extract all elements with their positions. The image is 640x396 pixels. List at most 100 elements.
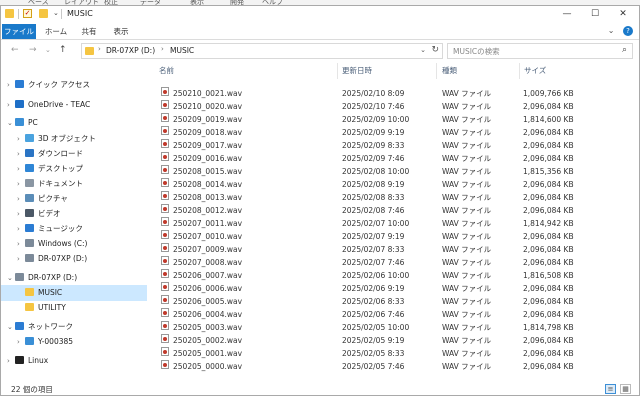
documents-icon bbox=[25, 179, 34, 187]
tab-share[interactable]: 共有 bbox=[75, 24, 103, 39]
new-folder-icon[interactable] bbox=[39, 9, 48, 18]
properties-icon[interactable]: ✓ bbox=[23, 9, 32, 18]
tab-view[interactable]: 表示 bbox=[107, 24, 135, 39]
file-row[interactable]: 250210_0020.wav 2025/02/10 7:46 WAV ファイル 2,… bbox=[159, 100, 579, 113]
network-icon bbox=[15, 322, 24, 330]
collapsed-chevron-icon[interactable]: › bbox=[17, 251, 25, 267]
file-row[interactable]: 250208_0013.wav 2025/02/08 8:33 WAV ファイル 2,… bbox=[159, 191, 579, 204]
tab-home[interactable]: ホーム bbox=[41, 24, 71, 39]
sidebar-item[interactable]: › Y-000385 bbox=[17, 334, 73, 350]
column-header-type[interactable]: 種類 bbox=[442, 65, 457, 76]
breadcrumb-separator[interactable]: › bbox=[98, 45, 101, 53]
search-icon[interactable]: ⌕ bbox=[622, 45, 627, 55]
sidebar-item[interactable]: › デスクトップ bbox=[17, 161, 83, 177]
file-row[interactable]: 250208_0014.wav 2025/02/08 9:19 WAV ファイル 2,… bbox=[159, 178, 579, 191]
collapsed-chevron-icon[interactable]: › bbox=[17, 146, 25, 162]
column-header-date[interactable]: 更新日時 bbox=[342, 65, 372, 76]
file-row[interactable]: 250208_0015.wav 2025/02/08 10:00 WAV ファイル 1… bbox=[159, 165, 579, 178]
minimize-button[interactable]: — bbox=[553, 6, 581, 23]
collapsed-chevron-icon[interactable]: › bbox=[7, 353, 15, 369]
file-row[interactable]: 250209_0019.wav 2025/02/09 10:00 WAV ファイル 1… bbox=[159, 113, 579, 126]
collapsed-chevron-icon[interactable]: › bbox=[17, 131, 25, 147]
breadcrumb-music[interactable]: MUSIC bbox=[170, 46, 194, 55]
video-icon bbox=[25, 209, 34, 217]
collapsed-chevron-icon[interactable]: › bbox=[17, 236, 25, 252]
column-header-name[interactable]: 名前 bbox=[159, 65, 174, 76]
column-divider[interactable] bbox=[337, 63, 338, 79]
refresh-icon[interactable]: ↻ bbox=[431, 45, 439, 55]
file-size: 2,096,084 KB bbox=[523, 310, 574, 319]
file-row[interactable]: 250210_0021.wav 2025/02/10 8:09 WAV ファイル 1,… bbox=[159, 87, 579, 100]
customize-quick-access-icon[interactable]: ⌄ bbox=[53, 9, 59, 17]
sidebar-item[interactable]: › DR-07XP (D:) bbox=[17, 251, 87, 267]
file-row[interactable]: 250207_0009.wav 2025/02/07 8:33 WAV ファイル 2,… bbox=[159, 243, 579, 256]
address-bar[interactable]: › DR-07XP (D:) › MUSIC ⌄ ↻ bbox=[81, 43, 443, 59]
expanded-chevron-icon[interactable]: ⌄ bbox=[7, 319, 15, 335]
large-icons-view-icon[interactable]: ▦ bbox=[620, 384, 631, 394]
breadcrumb-separator[interactable]: › bbox=[161, 45, 164, 53]
collapsed-chevron-icon[interactable]: › bbox=[17, 161, 25, 177]
sidebar-item[interactable]: › ドキュメント bbox=[17, 176, 83, 192]
file-row[interactable]: 250209_0018.wav 2025/02/09 9:19 WAV ファイル 2,… bbox=[159, 126, 579, 139]
breadcrumb-drive[interactable]: DR-07XP (D:) bbox=[106, 46, 155, 55]
expand-ribbon-icon[interactable]: ⌄ bbox=[608, 26, 615, 35]
close-button[interactable]: ✕ bbox=[609, 6, 637, 23]
file-row[interactable]: 250206_0007.wav 2025/02/06 10:00 WAV ファイル 1… bbox=[159, 269, 579, 282]
sidebar-item[interactable]: › OneDrive - TEAC bbox=[7, 97, 90, 113]
file-name: 250210_0021.wav bbox=[173, 89, 243, 98]
file-row[interactable]: 250205_0002.wav 2025/02/05 9:19 WAV ファイル 2,… bbox=[159, 334, 579, 347]
file-row[interactable]: 250205_0001.wav 2025/02/05 8:33 WAV ファイル 2,… bbox=[159, 347, 579, 360]
tab-file[interactable]: ファイル bbox=[2, 24, 36, 39]
column-divider[interactable] bbox=[519, 63, 520, 79]
forward-icon[interactable]: → bbox=[29, 45, 37, 55]
address-dropdown-icon[interactable]: ⌄ bbox=[420, 46, 426, 54]
sidebar-item[interactable]: › 3D オブジェクト bbox=[17, 131, 96, 147]
file-name: 250208_0015.wav bbox=[173, 167, 243, 176]
file-row[interactable]: 250205_0000.wav 2025/02/05 7:46 WAV ファイル 2,… bbox=[159, 360, 579, 373]
up-icon[interactable]: ↑ bbox=[59, 45, 67, 55]
help-icon[interactable]: ? bbox=[623, 26, 633, 36]
expanded-chevron-icon[interactable]: ⌄ bbox=[7, 115, 15, 131]
file-row[interactable]: 250209_0017.wav 2025/02/09 8:33 WAV ファイル 2,… bbox=[159, 139, 579, 152]
file-row[interactable]: 250207_0011.wav 2025/02/07 10:00 WAV ファイル 1… bbox=[159, 217, 579, 230]
search-input[interactable]: MUSICの検索 ⌕ bbox=[447, 43, 633, 59]
collapsed-chevron-icon[interactable]: › bbox=[7, 77, 15, 93]
recent-locations-icon[interactable]: ⌄ bbox=[45, 46, 51, 54]
column-divider[interactable] bbox=[436, 63, 437, 79]
file-row[interactable]: 250207_0010.wav 2025/02/07 9:19 WAV ファイル 2,… bbox=[159, 230, 579, 243]
sidebar-item[interactable]: ⌄ DR-07XP (D:) bbox=[7, 270, 77, 286]
collapsed-chevron-icon[interactable]: › bbox=[17, 221, 25, 237]
file-row[interactable]: 250207_0008.wav 2025/02/07 7:46 WAV ファイル 2,… bbox=[159, 256, 579, 269]
collapsed-chevron-icon[interactable]: › bbox=[17, 176, 25, 192]
audio-file-icon bbox=[161, 360, 169, 369]
column-header-size[interactable]: サイズ bbox=[524, 65, 546, 76]
file-row[interactable]: 250206_0006.wav 2025/02/06 9:19 WAV ファイル 2,… bbox=[159, 282, 579, 295]
file-row[interactable]: 250206_0005.wav 2025/02/06 8:33 WAV ファイル 2,… bbox=[159, 295, 579, 308]
sidebar-item[interactable]: › ダウンロード bbox=[17, 146, 83, 162]
file-row[interactable]: 250206_0004.wav 2025/02/06 7:46 WAV ファイル 2,… bbox=[159, 308, 579, 321]
sidebar-item[interactable]: › ビデオ bbox=[17, 206, 61, 222]
file-type: WAV ファイル bbox=[442, 193, 492, 202]
expanded-chevron-icon[interactable]: ⌄ bbox=[7, 270, 15, 286]
sidebar-item[interactable]: ⌄ ネットワーク bbox=[7, 319, 73, 335]
collapsed-chevron-icon[interactable]: › bbox=[7, 97, 15, 113]
collapsed-chevron-icon[interactable]: › bbox=[17, 206, 25, 222]
sidebar-item[interactable]: › Linux bbox=[7, 353, 48, 369]
file-row[interactable]: 250205_0003.wav 2025/02/05 10:00 WAV ファイル 1… bbox=[159, 321, 579, 334]
sidebar-item[interactable]: › ミュージック bbox=[17, 221, 83, 237]
sidebar-item[interactable]: › クイック アクセス bbox=[7, 77, 90, 93]
maximize-button[interactable]: ☐ bbox=[581, 6, 609, 23]
details-view-icon[interactable]: ≡ bbox=[605, 384, 616, 394]
file-date: 2025/02/06 9:19 bbox=[342, 284, 405, 293]
sidebar-item[interactable]: UTILITY bbox=[17, 300, 66, 316]
sidebar-item[interactable]: › ピクチャ bbox=[17, 191, 68, 207]
sidebar-item[interactable]: MUSIC bbox=[1, 285, 147, 301]
sidebar-item[interactable]: ⌄ PC bbox=[7, 115, 38, 131]
vertical-scrollbar[interactable] bbox=[629, 63, 638, 381]
collapsed-chevron-icon[interactable]: › bbox=[17, 334, 25, 350]
back-icon[interactable]: ← bbox=[11, 45, 19, 55]
sidebar-item[interactable]: › Windows (C:) bbox=[17, 236, 87, 252]
collapsed-chevron-icon[interactable]: › bbox=[17, 191, 25, 207]
file-row[interactable]: 250209_0016.wav 2025/02/09 7:46 WAV ファイル 2,… bbox=[159, 152, 579, 165]
file-row[interactable]: 250208_0012.wav 2025/02/08 7:46 WAV ファイル 2,… bbox=[159, 204, 579, 217]
